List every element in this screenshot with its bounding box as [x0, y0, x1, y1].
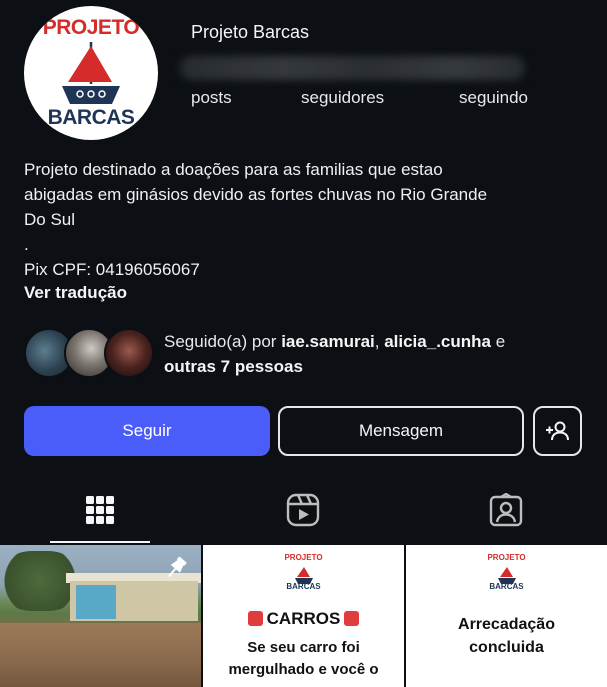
tab-reels[interactable] — [283, 488, 323, 532]
tab-posts-grid[interactable] — [80, 488, 120, 532]
post-body-line: mergulhado e você o — [228, 661, 379, 678]
blurred-display-name — [180, 56, 525, 80]
post-body-line: Arrecadação — [458, 616, 555, 633]
avatar-logo-bottom-text: BARCAS — [47, 106, 135, 129]
boat-logo-icon — [498, 567, 516, 584]
post-headline-text: CARROS — [266, 609, 341, 628]
photo-flood-water — [0, 623, 201, 687]
avatar-logo-top-text: PROJETO — [42, 16, 140, 39]
post-body-text: Arrecadação concluida — [406, 613, 607, 659]
post-thumbnail[interactable]: PROJETO BARCAS CARROS Se seu carro foi m… — [203, 545, 404, 687]
post-thumbnail[interactable] — [0, 545, 201, 687]
post-body-line: concluida — [469, 639, 544, 656]
bio-line: Pix CPF: 04196056067 — [24, 260, 200, 279]
post-logo-top-text: PROJETO — [487, 553, 526, 562]
profile-username: Projeto Barcas — [191, 22, 310, 42]
photo-house-wall — [76, 585, 116, 619]
posts-stat[interactable]: posts — [191, 88, 232, 108]
see-translation-link[interactable]: Ver tradução — [24, 283, 127, 303]
post-thumbnail[interactable]: PROJETO BARCAS Arrecadação concluida — [406, 545, 607, 687]
reels-icon — [286, 493, 320, 527]
bio-line: . — [24, 235, 29, 254]
post-body-line: Se seu carro foi — [247, 639, 360, 656]
grid-icon — [86, 496, 114, 524]
posts-grid: PROJETO BARCAS CARROS Se seu carro foi m… — [0, 545, 607, 687]
follower-username[interactable]: iae.samurai — [281, 332, 375, 351]
following-stat[interactable]: seguindo — [459, 88, 528, 108]
bio-line: Projeto destinado a doações para as fami… — [24, 160, 443, 179]
profile-avatar[interactable]: PROJETO BARCAS — [24, 6, 158, 140]
add-person-icon — [545, 421, 569, 441]
post-body-text: Se seu carro foi mergulhado e você o — [203, 637, 404, 681]
alert-icon — [344, 611, 360, 626]
post-headline: CARROS — [203, 609, 404, 629]
tab-tagged[interactable] — [486, 488, 526, 532]
followers-stat[interactable]: seguidores — [301, 88, 384, 108]
alert-icon — [247, 611, 263, 626]
message-button[interactable]: Mensagem — [278, 406, 524, 456]
pin-icon — [168, 556, 187, 578]
post-logo-top-text: PROJETO — [284, 553, 323, 562]
followed-by-conjunction: e — [490, 332, 506, 351]
follow-button[interactable]: Seguir — [24, 406, 270, 456]
followed-by-separator: , — [374, 332, 385, 351]
active-tab-indicator — [50, 541, 150, 543]
tagged-icon — [489, 493, 523, 527]
bio-line: Do Sul — [24, 210, 76, 229]
bio-line: abigadas em ginásios devido as fortes ch… — [24, 185, 488, 204]
profile-bio: Projeto destinado a doações para as fami… — [24, 157, 584, 282]
followed-by-others[interactable]: outras 7 pessoas — [164, 357, 303, 376]
boat-logo-icon — [62, 42, 120, 104]
follower-username[interactable]: alicia_.cunha — [384, 332, 491, 351]
followed-by-text[interactable]: Seguido(a) por iae.samurai, alicia_.cunh… — [164, 329, 584, 379]
boat-logo-icon — [295, 567, 313, 584]
suggested-users-button[interactable] — [533, 406, 582, 456]
avatar — [104, 328, 154, 378]
followed-by-prefix: Seguido(a) por — [164, 332, 282, 351]
mutual-followers-avatars[interactable] — [24, 328, 154, 378]
